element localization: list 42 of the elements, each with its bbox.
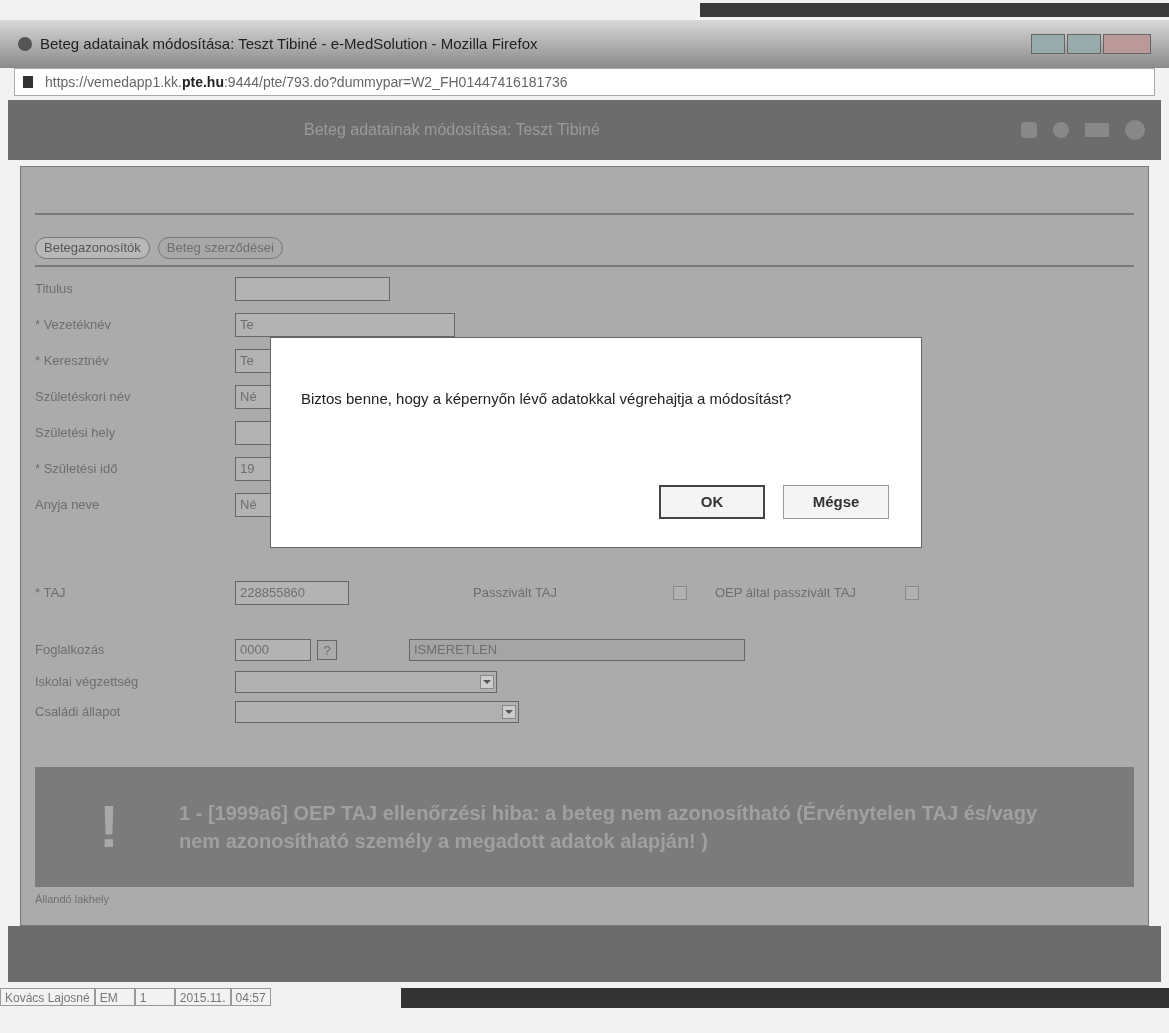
checkbox[interactable]: [905, 586, 919, 600]
field-label: * Keresztnév: [35, 352, 110, 371]
field-label: Iskolai végzettség: [35, 673, 140, 692]
field-label: Foglalkozás: [35, 641, 106, 660]
dialog-button[interactable]: Mégse: [783, 485, 889, 519]
maximize-icon[interactable]: [1067, 34, 1101, 54]
table-cell: 04:57: [230, 988, 271, 1006]
field-label: OEP által passzivált TAJ: [715, 584, 857, 603]
dialog-message: Biztos benne, hogy a képernyőn lévő adatokkal végrehajtja a módosítást?: [301, 389, 792, 409]
field-label: * TAJ: [35, 584, 67, 603]
field-label: * Vezetéknév: [35, 316, 112, 335]
window-title: Beteg adatainak módosítása: Teszt Tibiné - e-MedSolution - Mozilla Firefox: [40, 33, 538, 54]
minimize-icon[interactable]: [1031, 34, 1065, 54]
dropdown[interactable]: [235, 701, 519, 723]
field-label: Családi állapot: [35, 703, 122, 722]
field-label: Titulus: [35, 280, 74, 299]
field-label: Születési hely: [35, 424, 117, 443]
dropdown[interactable]: [235, 671, 497, 693]
tab[interactable]: Beteg szerződései: [157, 237, 283, 259]
text-field[interactable]: Te: [235, 313, 455, 337]
help-button[interactable]: ?: [317, 640, 337, 660]
table-cell: Kovács Lajosné: [0, 988, 95, 1006]
table-cell: 1: [134, 988, 175, 1006]
section-label: Állandó lakhely: [35, 892, 110, 907]
field-label: Születéskori név: [35, 388, 132, 407]
close-icon[interactable]: [1103, 34, 1151, 54]
table-cell: 2015.11.: [174, 988, 231, 1006]
taj-field[interactable]: 228855860: [235, 581, 349, 605]
tab[interactable]: Betegazonosítók: [35, 237, 150, 259]
caret-icon: [480, 675, 494, 689]
field-label: Passzivált TAJ: [473, 584, 559, 603]
address-bar[interactable]: https://vemedapp1.kk.pte.hu:9444/pte/793.do?dummypar=W2_FH01447416181736: [14, 68, 1155, 96]
warning-icon: !: [99, 782, 119, 872]
field-label: Anyja neve: [35, 496, 101, 515]
field-label: * Születési idő: [35, 460, 119, 479]
dialog-button[interactable]: OK: [659, 485, 765, 519]
caret-icon: [502, 705, 516, 719]
code-field[interactable]: 0000: [235, 639, 311, 661]
url-text: https://vemedapp1.kk.pte.hu:9444/pte/793.do?dummypar=W2_FH01447416181736: [45, 72, 568, 92]
text-field[interactable]: [235, 277, 390, 301]
table-cell: EM: [94, 988, 135, 1006]
checkbox[interactable]: [673, 586, 687, 600]
